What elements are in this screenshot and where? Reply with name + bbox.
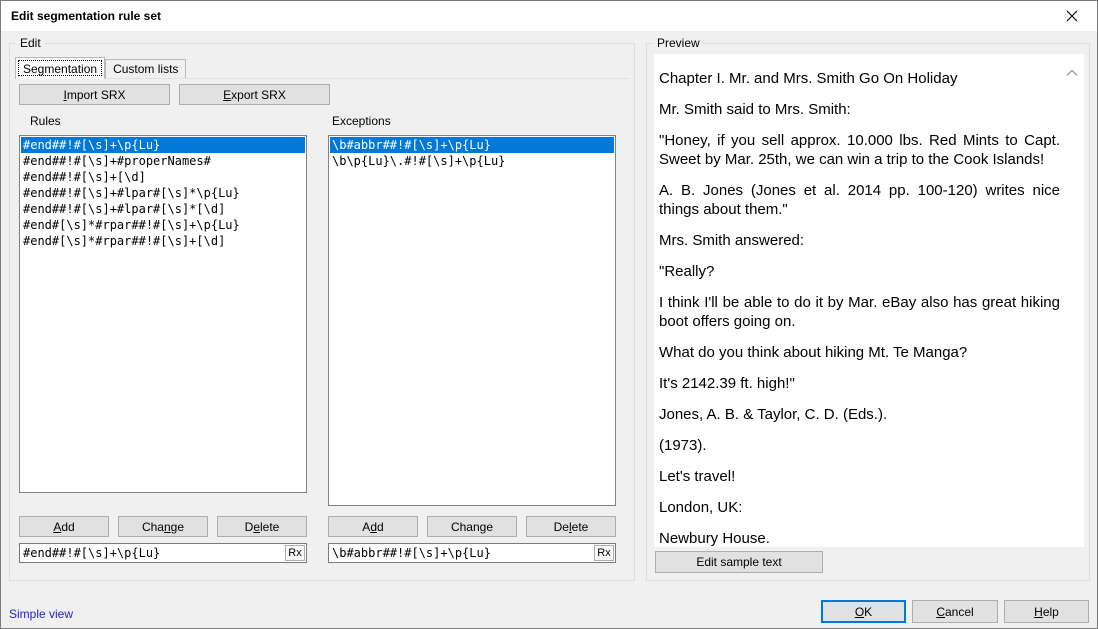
edit-sample-text-button[interactable]: Edit sample text: [655, 551, 823, 573]
exceptions-rule-input[interactable]: [329, 545, 594, 561]
preview-paragraph: Mrs. Smith answered:: [659, 231, 1060, 250]
rules-rule-input[interactable]: [20, 545, 285, 561]
rules-listbox[interactable]: #end##!#[\s]+\p{Lu}#end##!#[\s]+#properN…: [19, 135, 307, 493]
rules-label: Rules: [30, 114, 61, 128]
rules-list-item[interactable]: #end##!#[\s]+\p{Lu}: [21, 137, 305, 153]
edit-segmentation-rule-set-dialog: Edit segmentation rule set Edit Segmenta…: [0, 0, 1098, 629]
rules-add-button[interactable]: Add: [19, 516, 109, 537]
preview-paragraph: Chapter I. Mr. and Mrs. Smith Go On Holi…: [659, 69, 1060, 88]
rules-list-item[interactable]: #end##!#[\s]+#lpar#[\s]*[\d]: [21, 201, 305, 217]
rules-list-item[interactable]: #end##!#[\s]+#properNames#: [21, 153, 305, 169]
exceptions-change-button[interactable]: Change: [427, 516, 517, 537]
preview-paragraph: "Really?: [659, 262, 1060, 281]
preview-paragraph: London, UK:: [659, 498, 1060, 517]
tab-custom-lists[interactable]: Custom lists: [105, 59, 186, 78]
close-icon: [1066, 10, 1078, 25]
tabstrip: Segmentation Custom lists: [15, 57, 630, 79]
exceptions-list-item[interactable]: \b\p{Lu}\.#!#[\s]+\p{Lu}: [330, 153, 614, 169]
rules-list-item[interactable]: #end#[\s]*#rpar##!#[\s]+[\d]: [21, 233, 305, 249]
import-srx-button[interactable]: Import SRX: [19, 84, 170, 105]
close-button[interactable]: [1057, 7, 1087, 27]
titlebar: Edit segmentation rule set: [1, 1, 1097, 31]
export-srx-button[interactable]: Export SRX: [179, 84, 330, 105]
preview-paragraph: A. B. Jones (Jones et al. 2014 pp. 100-1…: [659, 181, 1060, 219]
rules-list-item[interactable]: #end##!#[\s]+#lpar#[\s]*\p{Lu}: [21, 185, 305, 201]
preview-paragraph: I think I'll be able to do it by Mar. eB…: [659, 293, 1060, 331]
rules-delete-button[interactable]: Delete: [217, 516, 307, 537]
exceptions-listbox[interactable]: \b#abbr##!#[\s]+\p{Lu}\b\p{Lu}\.#!#[\s]+…: [328, 135, 616, 506]
exceptions-add-button[interactable]: Add: [328, 516, 418, 537]
preview-paragraph: "Honey, if you sell approx. 10.000 lbs. …: [659, 131, 1060, 169]
exceptions-input-wrapper: Rx: [328, 543, 616, 563]
preview-group-label: Preview: [653, 36, 704, 50]
preview-paragraph: What do you think about hiking Mt. Te Ma…: [659, 343, 1060, 362]
exceptions-delete-button[interactable]: Delete: [526, 516, 616, 537]
preview-paragraph: Jones, A. B. & Taylor, C. D. (Eds.).: [659, 405, 1060, 424]
scroll-up-icon[interactable]: [1065, 66, 1079, 80]
preview-sample-text-area[interactable]: Chapter I. Mr. and Mrs. Smith Go On Holi…: [654, 54, 1084, 547]
simple-view-link[interactable]: Simple view: [9, 607, 73, 621]
rules-change-button[interactable]: Change: [118, 516, 208, 537]
exceptions-regex-button[interactable]: Rx: [594, 545, 614, 561]
edit-group: Edit Segmentation Custom lists Import SR…: [9, 43, 635, 581]
edit-group-label: Edit: [16, 36, 45, 50]
rules-input-wrapper: Rx: [19, 543, 307, 563]
preview-paragraphs: Chapter I. Mr. and Mrs. Smith Go On Holi…: [654, 54, 1084, 547]
rules-list-item[interactable]: #end#[\s]*#rpar##!#[\s]+\p{Lu}: [21, 217, 305, 233]
preview-group: Preview Chapter I. Mr. and Mrs. Smith Go…: [646, 43, 1090, 581]
preview-paragraph: Let's travel!: [659, 467, 1060, 486]
help-button[interactable]: Help: [1004, 600, 1089, 623]
preview-paragraph: It's 2142.39 ft. high!": [659, 374, 1060, 393]
tab-segmentation[interactable]: Segmentation: [15, 57, 105, 79]
preview-paragraph: Mr. Smith said to Mrs. Smith:: [659, 100, 1060, 119]
exceptions-label: Exceptions: [332, 114, 391, 128]
rules-list-item[interactable]: #end##!#[\s]+[\d]: [21, 169, 305, 185]
rules-regex-button[interactable]: Rx: [285, 545, 305, 561]
preview-paragraph: (1973).: [659, 436, 1060, 455]
ok-button[interactable]: OK: [821, 600, 906, 623]
exceptions-list-item[interactable]: \b#abbr##!#[\s]+\p{Lu}: [330, 137, 614, 153]
window-title: Edit segmentation rule set: [11, 9, 161, 23]
preview-paragraph: Newbury House.: [659, 529, 1060, 547]
cancel-button[interactable]: Cancel: [912, 600, 998, 623]
